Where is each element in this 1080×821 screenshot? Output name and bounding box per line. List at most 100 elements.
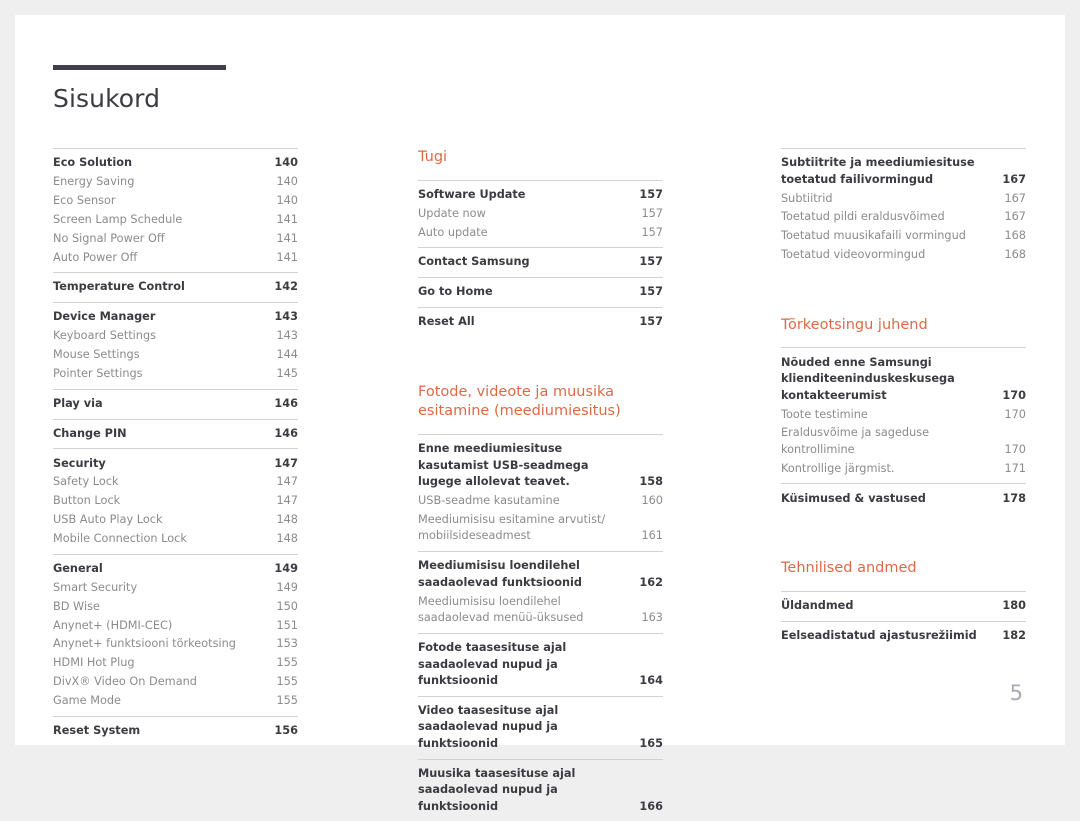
toc-entry[interactable]: Enne meediumiesituse kasutamist USB-sead… [418,440,663,492]
toc-entry[interactable]: Play via 146 [53,395,298,414]
toc-entry-page: 182 [1002,628,1026,642]
toc-entry-label: Nõuded enne Samsungi klienditeeninduskes… [781,355,955,402]
toc-entry[interactable]: Kontrollige järgmist. 171 [781,460,1026,479]
toc-group: Play via 146 [53,388,298,419]
toc-entry[interactable]: Toetatud pildi eraldusvõimed 167 [781,208,1026,227]
toc-entry[interactable]: Eco Solution 140 [53,154,298,173]
toc-entry[interactable]: Meediumisisu loendilehel saadaolevad fun… [418,557,663,592]
toc-entry[interactable]: Pointer Settings 145 [53,365,298,384]
toc-entry[interactable]: HDMI Hot Plug 155 [53,654,298,673]
toc-entry[interactable]: Anynet+ (HDMI-CEC) 151 [53,616,298,635]
toc-entry-label: General [53,561,103,575]
toc-entry-label: Eraldusvõime ja sageduse kontrollimine [781,426,930,456]
toc-entry-page: 167 [1004,210,1026,224]
toc-entry[interactable]: Küsimused & vastused 178 [781,489,1026,508]
toc-entry-page: 166 [639,799,663,813]
toc-entry[interactable]: Device Manager 143 [53,308,298,327]
toc-group: Go to Home 157 [418,277,663,307]
toc-entry-page: 144 [276,348,298,362]
toc-entry-page: 157 [641,206,663,220]
toc-entry[interactable]: Go to Home 157 [418,283,663,302]
toc-entry[interactable]: Game Mode 155 [53,692,298,711]
toc-entry[interactable]: Meediumisisu loendilehel saadaolevad men… [418,592,663,627]
toc-entry[interactable]: Meediumisisu esitamine arvutist/ mobiils… [418,511,663,546]
toc-entry[interactable]: Button Lock 147 [53,492,298,511]
toc-entry-label: Video taasesituse ajal saadaolevad nupud… [418,703,559,750]
toc-entry[interactable]: Subtiitrite ja meediumiesituse toetatud … [781,154,1026,189]
toc-entry[interactable]: Temperature Control 142 [53,278,298,297]
toc-entry-page: 158 [639,475,663,489]
toc-entry[interactable]: Muusika taasesituse ajal saadaolevad nup… [418,765,663,817]
toc-entry-page: 160 [641,494,663,507]
toc-entry[interactable]: Change PIN 146 [53,425,298,444]
toc-entry[interactable]: Toote testimine 170 [781,405,1026,424]
toc-entry[interactable]: Contact Samsung 157 [418,253,663,272]
toc-entry[interactable]: Auto update 157 [418,223,663,242]
toc-entry[interactable]: Fotode taasesituse ajal saadaolevad nupu… [418,639,663,691]
toc-entry-page: 140 [276,175,298,189]
toc-entry[interactable]: Mouse Settings 144 [53,346,298,365]
toc-entry[interactable]: Screen Lamp Schedule 141 [53,211,298,230]
toc-entry[interactable]: Reset All 157 [418,313,663,332]
toc-entry-page: 145 [276,366,298,380]
toc-entry-label: Update now [418,206,486,220]
toc-entry-label: Software Update [418,187,526,201]
toc-entry[interactable]: General 149 [53,560,298,579]
toc-group: Fotode taasesituse ajal saadaolevad nupu… [418,632,663,696]
toc-entry[interactable]: USB Auto Play Lock 148 [53,511,298,530]
toc-entry-page: 150 [276,599,298,613]
toc-entry[interactable]: Anynet+ funktsiooni tõrkeotsing 153 [53,635,298,654]
toc-entry-label: Eco Solution [53,156,132,170]
toc-entry-page: 157 [641,225,663,239]
toc-entry[interactable]: BD Wise 150 [53,598,298,617]
toc-entry[interactable]: Software Update 157 [418,186,663,205]
toc-entry-page: 168 [1004,248,1026,262]
toc-entry-label: Mouse Settings [53,348,140,362]
toc-entry[interactable]: Toetatud muusikafaili vormingud 168 [781,227,1026,246]
toc-entry[interactable]: Keyboard Settings 143 [53,327,298,346]
toc-entry-page: 168 [1004,229,1026,243]
toc-entry-label: Mobile Connection Lock [53,532,187,546]
page-number: 5 [1009,681,1023,705]
toc-entry[interactable]: Video taasesituse ajal saadaolevad nupud… [418,702,663,754]
toc-entry[interactable]: Reset System 156 [53,722,298,741]
toc-section-heading: Tehnilised andmed [781,560,917,577]
toc-group: Üldandmed 180 [781,590,1026,621]
toc-group: Device Manager 143 Keyboard Settings 143 Mou… [53,302,298,389]
toc-entry-page: 167 [1002,172,1026,186]
toc-entry[interactable]: Toetatud videovormingud 168 [781,246,1026,265]
toc-entry[interactable]: Safety Lock 147 [53,473,298,492]
toc-entry-label: Smart Security [53,580,138,594]
toc-entry-page: 167 [1004,191,1026,205]
toc-entry-label: Toote testimine [781,407,868,421]
toc-entry[interactable]: Security 147 [53,454,298,473]
toc-entry-page: 147 [274,456,298,470]
toc-entry-label: USB-seadme kasutamine [418,494,560,507]
toc-entry-label: Pointer Settings [53,366,143,380]
toc-entry-page: 155 [276,656,298,670]
toc-entry[interactable]: Eraldusvõime ja sageduse kontrollimine 17… [781,424,1026,459]
toc-entry[interactable]: Üldandmed 180 [781,597,1026,616]
toc-entry-label: Eelseadistatud ajastusrežiimid [781,628,977,642]
toc-entry[interactable]: DivX® Video On Demand 155 [53,673,298,692]
toc-group: Reset System 156 [53,715,298,746]
toc-entry[interactable]: Mobile Connection Lock 148 [53,530,298,549]
toc-entry[interactable]: No Signal Power Off 141 [53,230,298,249]
toc-entry[interactable]: Nõuded enne Samsungi klienditeeninduskes… [781,353,1026,405]
toc-entry-label: Küsimused & vastused [781,491,926,505]
toc-entry-page: 140 [274,156,298,170]
toc-entry[interactable]: Energy Saving 140 [53,173,298,192]
toc-entry-label: Reset System [53,723,141,737]
toc-entry-label: Play via [53,396,103,410]
toc-entry-label: Contact Samsung [418,255,530,269]
toc-entry[interactable]: Auto Power Off 141 [53,248,298,267]
toc-entry[interactable]: Smart Security 149 [53,579,298,598]
toc-entry[interactable]: Subtiitrid 167 [781,189,1026,208]
toc-entry-page: 147 [276,475,298,489]
toc-entry[interactable]: Update now 157 [418,204,663,223]
page-header: Sisukord [53,65,226,113]
toc-group: Muusika taasesituse ajal saadaolevad nup… [418,758,663,821]
toc-entry[interactable]: USB-seadme kasutamine 160 [418,492,663,511]
toc-entry[interactable]: Eelseadistatud ajastusrežiimid 182 [781,627,1026,646]
toc-entry[interactable]: Eco Sensor 140 [53,192,298,211]
